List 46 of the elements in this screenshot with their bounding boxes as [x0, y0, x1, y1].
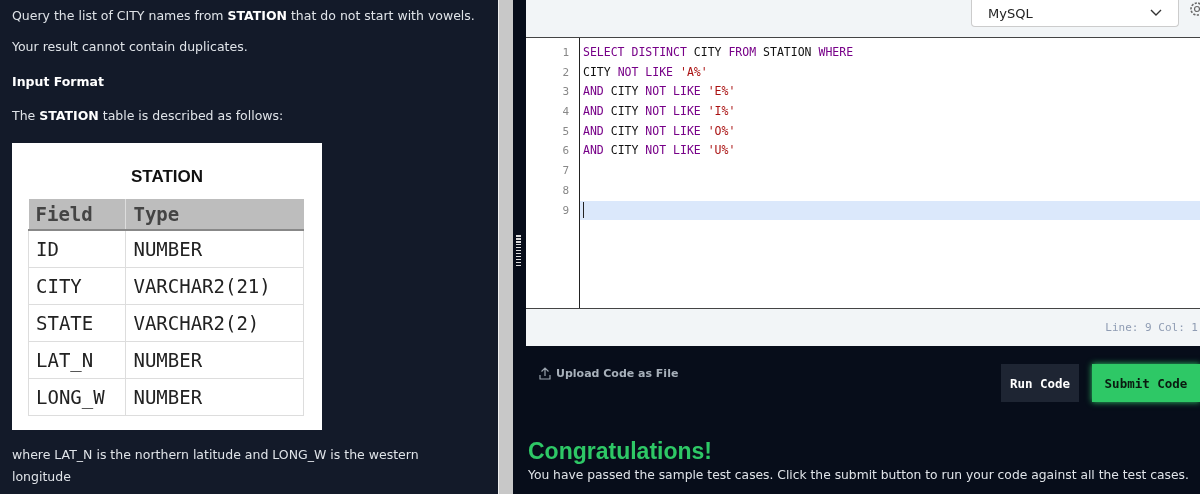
table-cell: LONG_W [28, 378, 126, 416]
table-cell: NUMBER [126, 378, 304, 416]
upload-link[interactable]: Upload Code as File [539, 364, 679, 382]
line-number: 6 [561, 143, 570, 160]
code-line: SELECT DISTINCT CITY FROM STATION WHERE [582, 44, 855, 61]
table-cell: NUMBER [126, 230, 304, 268]
table-cell: VARCHAR2(2) [126, 304, 304, 342]
table-cell: CITY [28, 267, 126, 305]
success-title: Congratulations! [528, 437, 713, 465]
code-line: AND CITY NOT LIKE 'U%' [582, 142, 737, 160]
cursor-position: Line: 9 Col: 1 [1105, 321, 1199, 334]
line-number: 3 [561, 84, 570, 101]
line-number: 8 [561, 182, 570, 199]
submit-code-button[interactable]: Submit Code [1092, 364, 1200, 402]
line-number: 2 [561, 64, 570, 81]
problem-text: The STATION table is described as follows: [12, 107, 285, 125]
column-header: Field [28, 199, 126, 230]
code-line: AND CITY NOT LIKE 'I%' [582, 103, 737, 121]
code-editor[interactable]: 1 2 3 4 5 6 7 8 9 SELECT DISTINCT CITY FROM STATION WHERE CITY NOT LIKE 'A%' AND CITY NOT LIKE 'E%' AND CITY NOT LIKE 'I%' AND CITY NOT LIKE 'O%' AND CITY NOT LIKE 'U%' [526, 38, 1200, 309]
table-cell: NUMBER [126, 341, 304, 379]
column-header: Type [126, 199, 304, 230]
language-select[interactable]: MySQL [971, 0, 1179, 27]
table-cell: LAT_N [28, 341, 126, 379]
code-line: AND CITY NOT LIKE 'E%' [582, 83, 737, 101]
code-line: AND CITY NOT LIKE 'O%' [582, 122, 737, 140]
problem-text: Query the list of CITY names from STATION that do not start with vowels. [12, 7, 476, 25]
table-cell: VARCHAR2(21) [126, 267, 304, 305]
line-number: 4 [561, 104, 570, 121]
problem-text: Your result cannot contain duplicates. [12, 38, 249, 56]
line-number: 1 [561, 45, 570, 61]
text-cursor [583, 202, 584, 219]
problem-text: where LAT_N is the northern latitude and LONG_W is the western longitude [12, 446, 420, 486]
table-title: STATION [129, 167, 205, 187]
line-number: 5 [561, 123, 570, 140]
code-line: CITY NOT LIKE 'A%' [582, 63, 709, 81]
line-number: 7 [561, 163, 570, 180]
table-cell: STATE [28, 304, 126, 342]
drag-handle-icon[interactable] [516, 235, 521, 267]
table-cell: ID [28, 230, 126, 268]
line-number: 9 [561, 202, 570, 219]
run-code-button[interactable]: Run Code [1001, 364, 1079, 402]
scrollbar[interactable] [498, 0, 513, 494]
section-heading: Input Format [12, 73, 105, 91]
chevron-down-icon [1150, 9, 1162, 17]
upload-icon [539, 366, 551, 380]
success-message: You have passed the sample test cases. Click the submit button to run your code against all the test cases. [528, 468, 1190, 482]
